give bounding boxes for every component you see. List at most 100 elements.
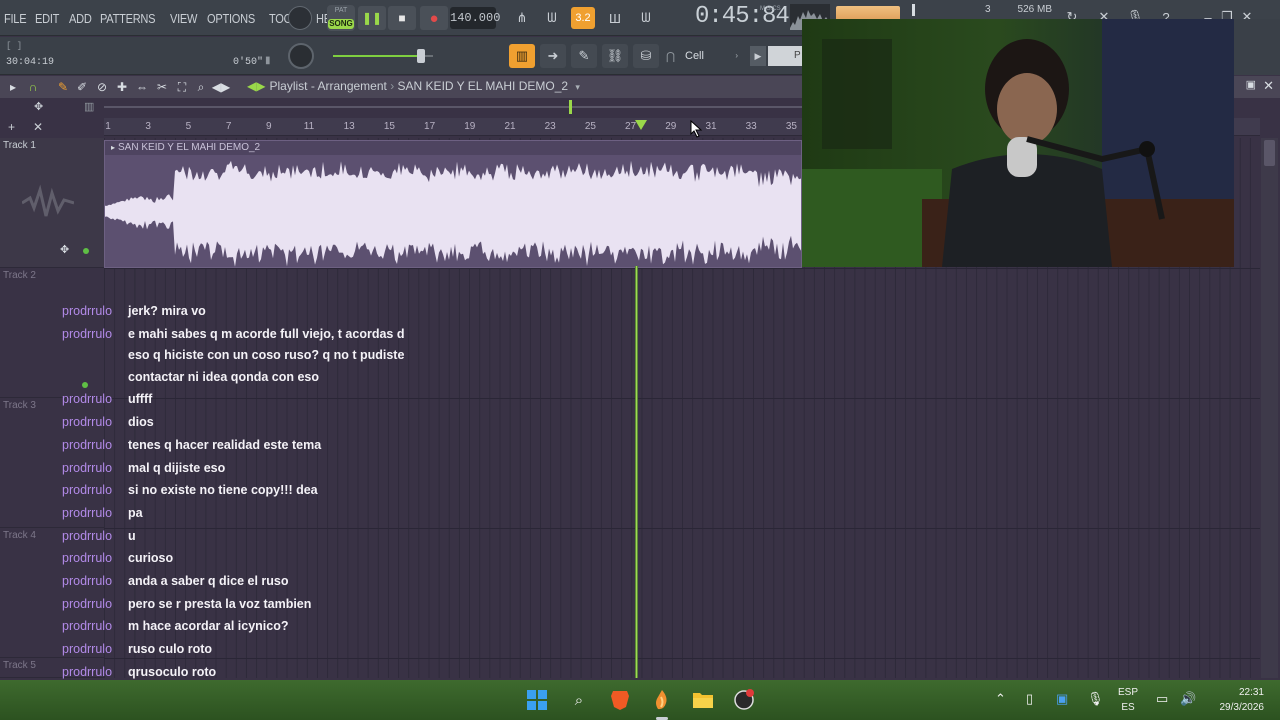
cpu-bar — [912, 4, 915, 16]
bluetooth-icon[interactable]: ▣ — [1056, 691, 1068, 707]
play-small-icon: ▶ — [754, 50, 762, 61]
windows-start-button[interactable] — [524, 687, 550, 713]
cross-icon[interactable]: ✕ — [33, 120, 43, 134]
pattern-song-toggle[interactable]: PAT SONG — [327, 5, 355, 31]
select-tool-icon[interactable]: ⛶ — [173, 79, 191, 95]
chat-message: prodrrulo m hace acordar al icynico? — [62, 615, 482, 638]
clip-header[interactable]: ▸ SAN KEID Y EL MAHI DEMO_2 — [105, 141, 801, 155]
track-active-led[interactable] — [83, 248, 89, 254]
playlist-title-left: Playlist - Arrangement — [269, 79, 387, 93]
magnet-icon[interactable]: ⋂ — [666, 50, 675, 63]
stop-button[interactable]: ■ — [388, 6, 416, 30]
chat-username: prodrrulo — [62, 304, 113, 318]
mute-tool-icon[interactable]: ✚ — [113, 79, 131, 95]
playlist-menu-icon[interactable]: ▸ — [4, 79, 22, 95]
record-button[interactable]: ● — [420, 6, 448, 30]
battery-icon[interactable]: ▯ — [1026, 691, 1033, 707]
chat-username: prodrrulo — [62, 596, 113, 611]
ruler-tick-label: 11 — [303, 121, 315, 132]
master-pitch-knob[interactable] — [288, 43, 314, 69]
arrow-icon: ◀▶ — [247, 79, 266, 93]
maximize-icon[interactable]: ▣ — [1246, 78, 1256, 91]
zoom-slider-icon[interactable]: ▥ — [84, 100, 94, 113]
track-move-icon[interactable]: ✥ — [60, 243, 69, 256]
playlist-close-icon[interactable]: ✕ — [1263, 78, 1274, 94]
metronome-button[interactable]: 3.2 — [571, 7, 595, 29]
chevron-up-icon[interactable]: ⌃ — [995, 691, 1006, 707]
magnet-snap-icon[interactable]: ∩ — [24, 79, 42, 95]
fl-studio-button[interactable] — [649, 687, 675, 713]
language-indicator[interactable]: ESP ES — [1117, 685, 1139, 715]
delete-tool-icon[interactable]: ⊘ — [93, 79, 111, 95]
corner-controls: + ✕ — [8, 120, 61, 134]
file-explorer-button[interactable] — [690, 687, 716, 713]
channel-rack-button[interactable]: ➜ — [540, 44, 566, 68]
microphone-icon[interactable]: 🎙 — [1087, 691, 1104, 707]
volume-slider-thumb[interactable] — [417, 49, 425, 63]
vertical-scrollbar[interactable] — [1261, 138, 1278, 678]
chat-username: prodrrulo — [62, 642, 113, 657]
brush-tool-icon[interactable]: ✐ — [73, 79, 91, 95]
zoom-tool-icon[interactable]: ⌕ — [192, 79, 210, 95]
volume-icon[interactable]: 🔊 — [1180, 691, 1196, 707]
chat-text: ruso culo roto — [128, 642, 213, 657]
obs-button[interactable] — [731, 687, 757, 713]
pencil-icon: ✎ — [578, 48, 590, 63]
chat-username: prodrrulo — [62, 505, 113, 520]
taskbar: ⌕ ⌃ ▯ ▣ 🎙 ESP ES ▭ 🔊 22:31 29/3/2026 — [0, 680, 1280, 720]
arrangement-name[interactable]: SAN KEID Y EL MAHI DEMO_2 — [398, 79, 569, 93]
playhead-marker[interactable] — [635, 120, 647, 130]
ruler-tick-label: 19 — [464, 121, 476, 132]
track-header-1[interactable]: Track 1 ✥ — [0, 138, 104, 268]
pause-icon: ❚❚ — [361, 11, 383, 25]
menu-add[interactable]: ADD — [69, 11, 92, 26]
menu-options[interactable]: OPTIONS — [207, 11, 255, 26]
typing-keyboard-icon[interactable]: ⋔ — [510, 7, 534, 29]
menu-edit[interactable]: EDIT — [35, 11, 59, 26]
loop-record-icon[interactable]: ᗯ — [634, 7, 658, 29]
move-icon[interactable]: ✥ — [34, 100, 43, 113]
piano-roll-button[interactable]: ✎ — [571, 44, 597, 68]
snap-next-button[interactable]: ▶ — [750, 46, 766, 66]
add-track-icon[interactable]: + — [8, 120, 15, 134]
slice-tool-icon[interactable]: ✂ — [153, 79, 171, 95]
mouse-cursor-icon — [690, 119, 704, 138]
wait-for-input-icon[interactable]: ᗯ — [540, 7, 564, 29]
network-icon[interactable]: ▭ — [1156, 691, 1168, 707]
plugin-icon: ⛁ — [640, 48, 652, 63]
tempo-display[interactable]: 140.000 — [450, 7, 500, 29]
chat-username: prodrrulo — [62, 619, 113, 634]
step-edit-icon[interactable]: Ш — [603, 7, 627, 29]
menu-file[interactable]: FILE — [4, 11, 27, 26]
playback-tool-icon[interactable]: ◀▶ — [212, 79, 230, 95]
search-button[interactable]: ⌕ — [566, 687, 592, 713]
browser-button[interactable]: ⛁ — [633, 44, 659, 68]
system-clock[interactable]: 22:31 29/3/2026 — [1204, 685, 1265, 715]
horizontal-scrollbar[interactable] — [104, 100, 804, 114]
snap-select[interactable]: Cell › — [682, 46, 742, 66]
pattern-field[interactable]: P — [768, 46, 802, 66]
lock-icon: ▮ — [265, 55, 271, 66]
chat-text: pero se r presta la voz tambien — [128, 596, 312, 611]
toolbar-overflow — [1234, 19, 1280, 75]
chat-message: prodrrulo u — [62, 525, 482, 548]
slip-tool-icon[interactable]: ⇔ — [133, 79, 151, 95]
chat-username: prodrrulo — [62, 551, 113, 566]
audio-clip[interactable]: ▸ SAN KEID Y EL MAHI DEMO_2 — [104, 140, 802, 268]
pencil-tool-icon[interactable]: ✎ — [54, 79, 72, 95]
clip-menu-icon[interactable]: ▸ — [111, 143, 115, 152]
chat-text: si no existe no tiene copy!!! dea — [128, 483, 318, 498]
menu-patterns[interactable]: PATTERNS — [100, 11, 156, 26]
pause-button[interactable]: ❚❚ — [358, 6, 386, 30]
scrollbar-position-marker[interactable] — [569, 100, 572, 114]
playlist-button[interactable]: ▥ — [509, 44, 535, 68]
menu-view[interactable]: VIEW — [170, 11, 197, 26]
playhead[interactable] — [635, 266, 638, 678]
chevron-down-icon[interactable]: ▾ — [575, 82, 580, 92]
mixer-button[interactable]: ⛓ — [602, 44, 628, 68]
brave-browser-button[interactable] — [607, 687, 633, 713]
hint-knob[interactable] — [288, 6, 312, 30]
scrollbar-thumb[interactable] — [1264, 140, 1275, 166]
clip-waveform — [105, 160, 801, 267]
time-format-label: M:S:CS — [760, 6, 781, 12]
